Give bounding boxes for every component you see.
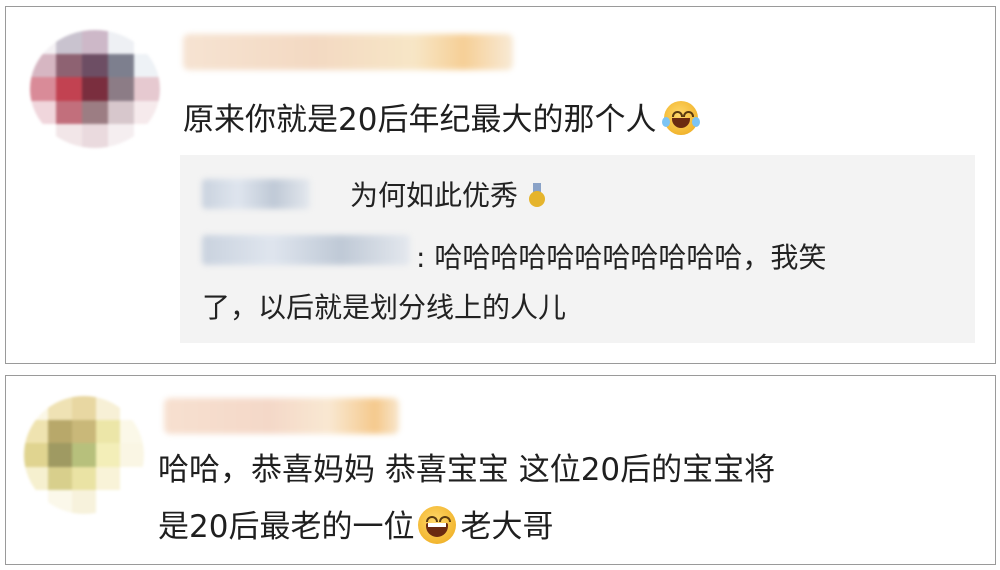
comment-text: 原来你就是20后年纪最大的那个人 — [183, 95, 701, 145]
reply-text: 为何如此优秀 — [350, 179, 519, 212]
username-blurred[interactable] — [164, 398, 399, 434]
big-laugh-emoji-icon — [418, 506, 457, 544]
comment-text-line1: 哈哈，恭喜妈妈 恭喜宝宝 这位20后的宝宝将 — [158, 452, 776, 488]
reply-item: 为何如此优秀 — [350, 177, 546, 215]
avatar[interactable] — [30, 30, 160, 148]
laughing-crying-emoji-icon — [662, 101, 701, 135]
reply-username-blurred[interactable] — [202, 179, 310, 209]
reply-thread: 为何如此优秀 : 哈哈哈哈哈哈哈哈哈哈哈，我笑 了，以后就是划分线上的人儿 — [180, 155, 975, 343]
comment-text-part: 是20后最老的一位 — [158, 509, 415, 545]
comment-text-line2: 是20后最老的一位 老大哥 — [158, 502, 553, 552]
avatar[interactable] — [24, 396, 144, 514]
reply-username-blurred[interactable] — [202, 235, 410, 265]
reply-text-line1: : 哈哈哈哈哈哈哈哈哈哈哈，我笑 — [416, 241, 827, 274]
medal-icon — [528, 183, 546, 209]
username-blurred[interactable] — [183, 34, 513, 70]
reply-text-line2: 了，以后就是划分线上的人儿 — [202, 291, 567, 324]
comment-text-part: 老大哥 — [460, 509, 554, 545]
comment-text-content: 原来你就是20后年纪最大的那个人 — [183, 102, 657, 138]
